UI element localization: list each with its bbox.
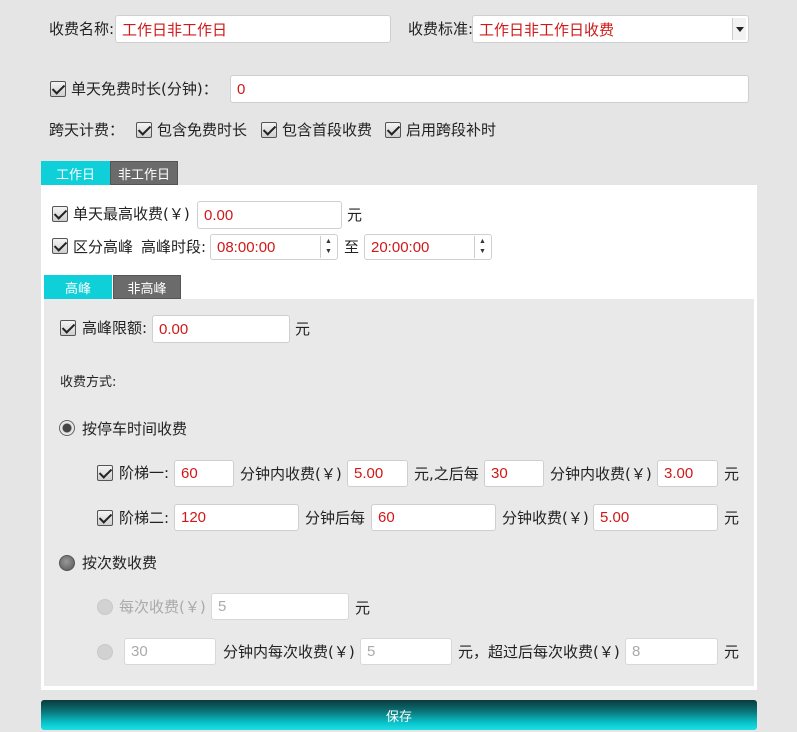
tier1-fee2-input[interactable]: 3.00: [657, 460, 718, 487]
charge-name-label: 收费名称:: [49, 20, 115, 38]
tier2-unit: 元: [724, 509, 740, 527]
daily-max-label: 单天最高收费(￥): [73, 205, 190, 223]
tier1-unit: 元: [724, 465, 740, 483]
charge-standard-select[interactable]: 工作日非工作日收费: [472, 15, 749, 43]
enable-cross-segment-checkbox[interactable]: [385, 122, 401, 138]
tier2-text1: 分钟后每: [305, 509, 366, 527]
over-fee-unit: 元: [724, 643, 740, 661]
cross-day-label: 跨天计费：: [49, 121, 125, 139]
per-time-unit: 元: [355, 599, 371, 617]
charge-standard-value: 工作日非工作日收费: [479, 21, 615, 39]
free-time-label: 单天免费时长(分钟)：: [71, 80, 218, 98]
by-time-radio[interactable]: [59, 420, 75, 436]
peak-start-input[interactable]: 08:00:00 ▲ ▼: [210, 234, 338, 260]
peak-end-spinner[interactable]: ▲ ▼: [474, 236, 490, 258]
by-count-radio[interactable]: [59, 555, 75, 571]
tier1-minutes-input[interactable]: 60: [174, 460, 234, 487]
window-text: 分钟内每次收费(￥): [223, 643, 355, 661]
tab-non-workday[interactable]: 非工作日: [110, 161, 178, 185]
charge-method-label: 收费方式:: [60, 375, 117, 390]
window-text2: 元，超过后每次收费(￥): [458, 643, 620, 661]
peak-period-label: 高峰时段:: [141, 238, 207, 256]
tier1-label: 阶梯一:: [119, 464, 170, 482]
enable-cross-segment-label: 启用跨段补时: [406, 121, 497, 139]
tier2-fee-input[interactable]: 5.00: [593, 504, 718, 531]
by-time-label: 按停车时间收费: [82, 420, 188, 438]
daily-max-input[interactable]: 0.00: [197, 201, 342, 229]
peak-label: 区分高峰: [73, 238, 134, 256]
per-time-label: 每次收费(￥): [119, 598, 206, 616]
tier2-minutes-input[interactable]: 120: [174, 504, 299, 531]
tier2-minutes2-input[interactable]: 60: [371, 504, 496, 531]
tier1-fee-input[interactable]: 5.00: [347, 460, 408, 487]
window-minutes-input[interactable]: 30: [124, 638, 216, 665]
include-free-time-label: 包含免费时长: [157, 121, 248, 139]
tab-peak[interactable]: 高峰: [44, 275, 112, 299]
peak-start-spinner[interactable]: ▲ ▼: [320, 236, 336, 258]
tier1-checkbox[interactable]: [97, 465, 113, 481]
charge-name-input[interactable]: 工作日非工作日: [115, 15, 391, 43]
per-time-radio[interactable]: [97, 599, 113, 615]
tier1-minutes2-input[interactable]: 30: [484, 460, 544, 487]
peak-checkbox[interactable]: [52, 238, 68, 254]
free-time-checkbox[interactable]: [50, 81, 66, 97]
peak-end-value: 20:00:00: [371, 238, 430, 256]
daily-max-unit: 元: [347, 206, 363, 224]
peak-start-value: 08:00:00: [217, 238, 276, 256]
peak-limit-input[interactable]: 0.00: [152, 315, 290, 343]
daily-max-checkbox[interactable]: [52, 206, 68, 222]
charge-standard-label: 收费标准:: [408, 20, 474, 38]
peak-limit-label: 高峰限额:: [82, 319, 148, 337]
peak-limit-unit: 元: [295, 320, 311, 338]
per-time-input[interactable]: 5: [211, 593, 349, 620]
tier1-text1: 分钟内收费(￥): [240, 465, 342, 483]
tab-off-peak[interactable]: 非高峰: [113, 275, 181, 299]
tab-workday[interactable]: 工作日: [41, 161, 110, 185]
include-first-segment-label: 包含首段收费: [282, 121, 373, 139]
tier2-text2: 分钟收费(￥): [502, 509, 589, 527]
peak-limit-checkbox[interactable]: [60, 320, 76, 336]
free-time-input[interactable]: 0: [230, 75, 749, 103]
chevron-down-icon[interactable]: [732, 18, 746, 40]
tier2-label: 阶梯二:: [119, 509, 170, 527]
window-radio[interactable]: [97, 644, 113, 660]
include-first-segment-checkbox[interactable]: [261, 122, 277, 138]
tier1-text3: 分钟内收费(￥): [550, 465, 652, 483]
save-button[interactable]: 保存: [41, 700, 757, 730]
include-free-time-checkbox[interactable]: [136, 122, 152, 138]
window-fee-input[interactable]: 5: [360, 638, 452, 665]
over-fee-input[interactable]: 8: [625, 638, 718, 665]
peak-to-label: 至: [344, 238, 360, 256]
peak-end-input[interactable]: 20:00:00 ▲ ▼: [364, 234, 492, 260]
tier1-text2: 元,之后每: [414, 465, 479, 483]
peak-panel: [44, 299, 754, 686]
by-count-label: 按次数收费: [82, 554, 158, 572]
tier2-checkbox[interactable]: [97, 510, 113, 526]
